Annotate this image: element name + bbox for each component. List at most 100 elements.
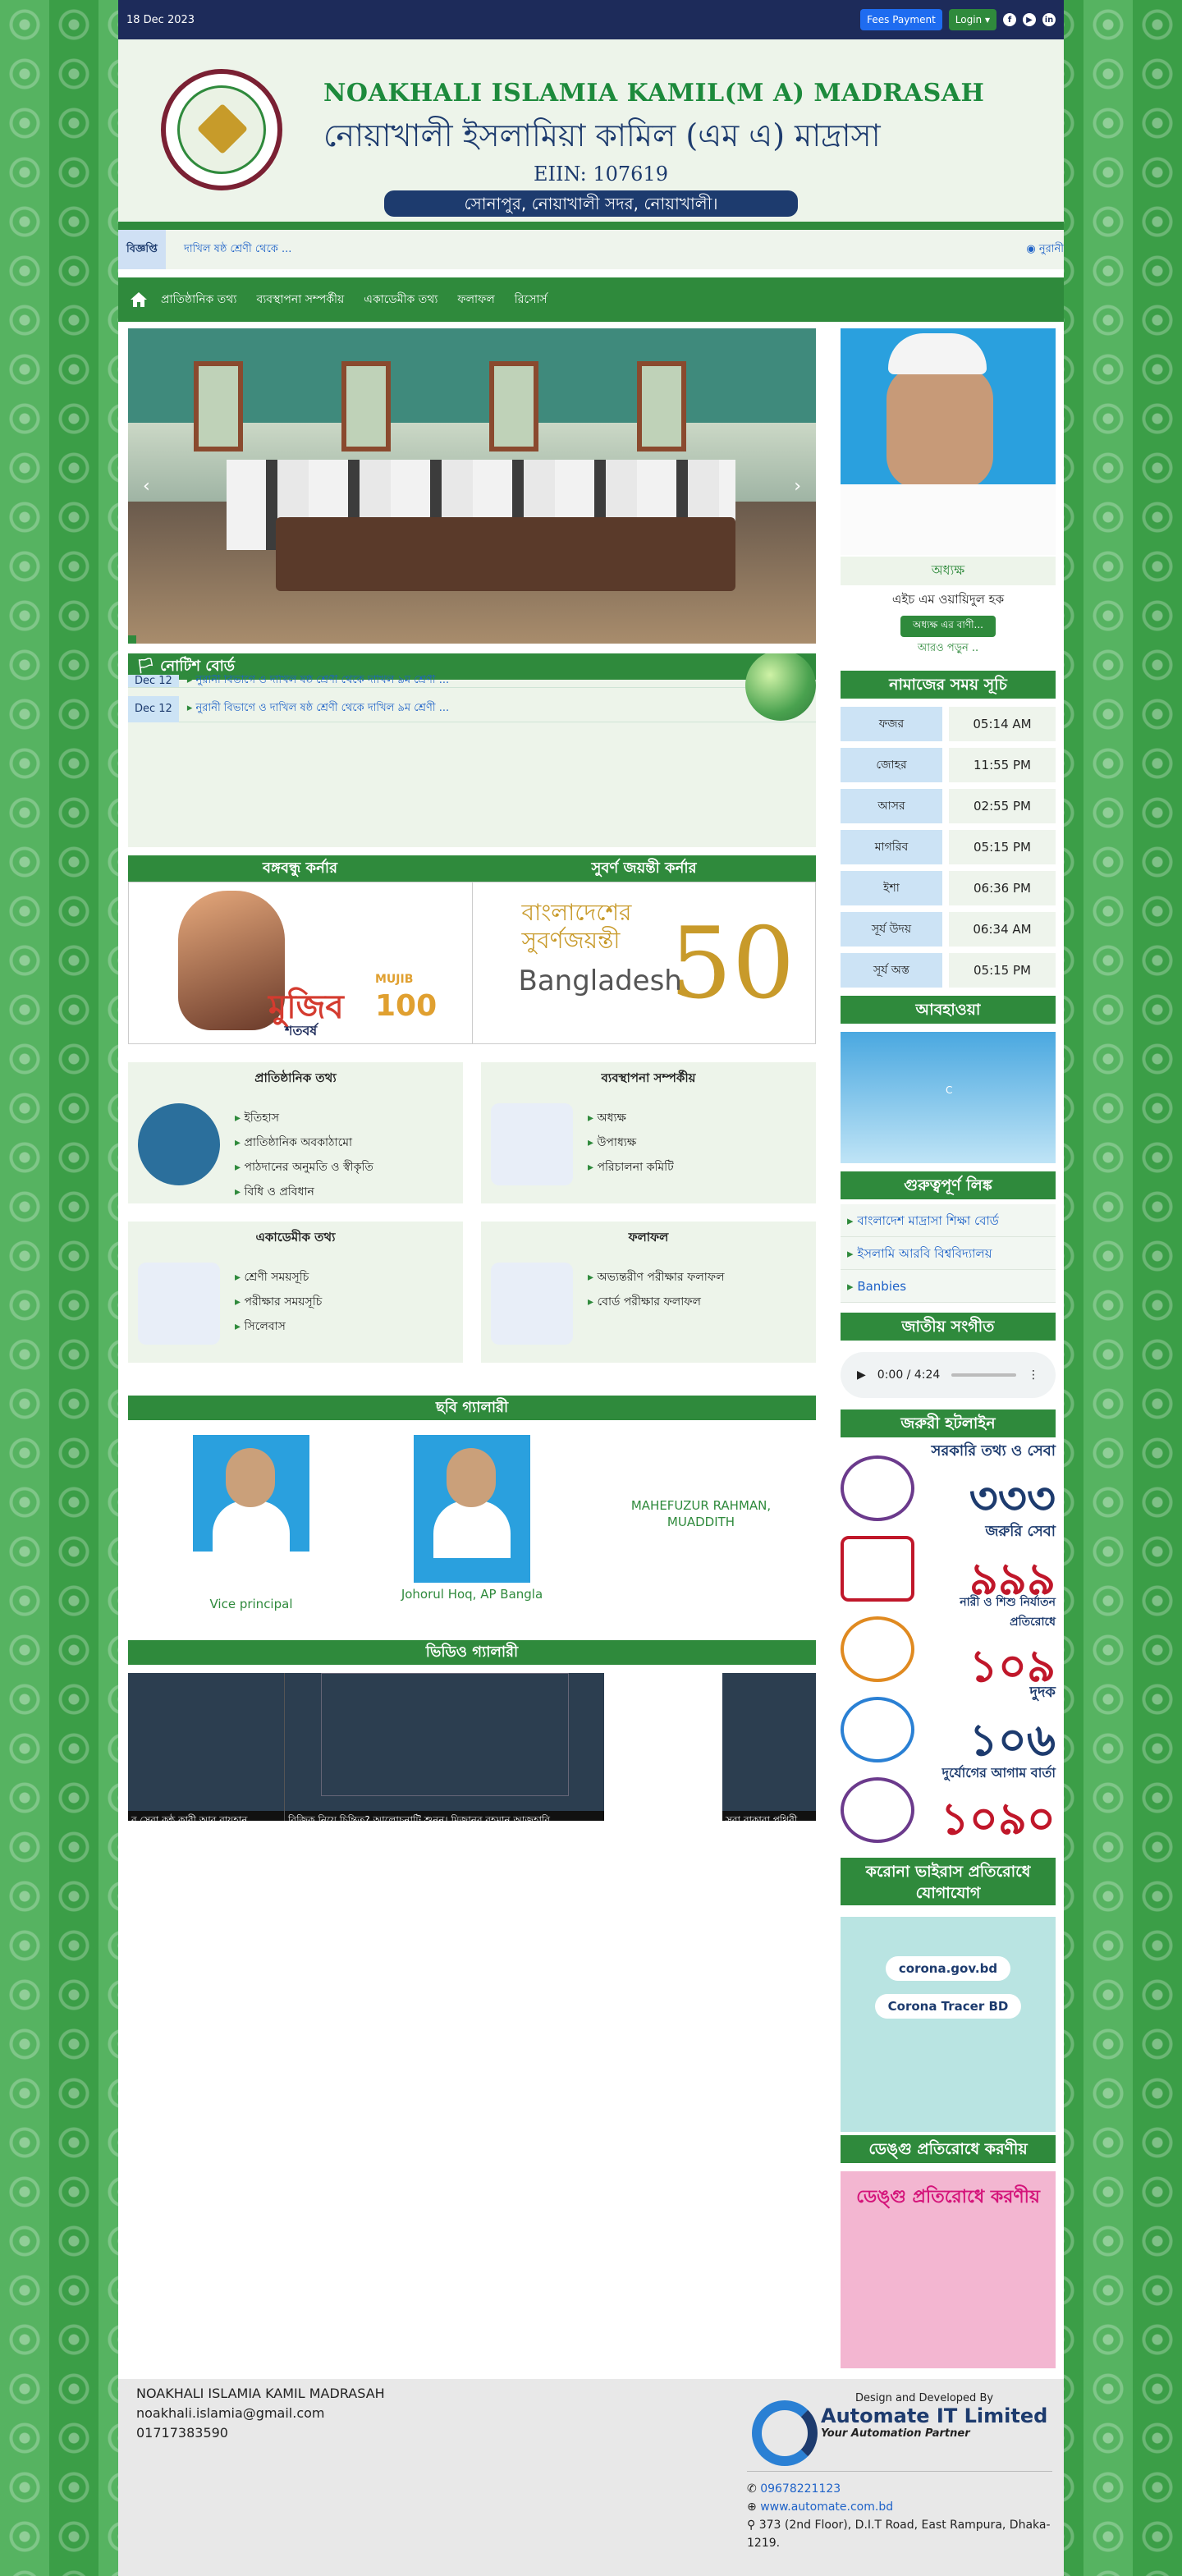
- notice-text[interactable]: নুরানী বিভাগে ও দাখিল ষষ্ঠ শ্রেণী থেকে দ…: [179, 700, 450, 717]
- top-bar: 18 Dec 2023 Fees Payment Login ▾ f ▶ in: [118, 0, 1064, 39]
- table-row: আসর 02:55 PM: [841, 789, 1056, 823]
- nav-item-academic[interactable]: একাডেমীক তথ্য: [355, 290, 446, 309]
- table-row: জোহর 11:55 PM: [841, 748, 1056, 782]
- corona-tracer-app[interactable]: Corona Tracer BD: [874, 1994, 1022, 2019]
- developer-name[interactable]: Automate IT Limited: [821, 2404, 1052, 2427]
- home-icon[interactable]: [128, 289, 149, 310]
- list-item[interactable]: Dec 12নুরানী বিভাগে ও দাখিল ষষ্ঠ শ্রেণী …: [128, 675, 816, 688]
- card-link[interactable]: ইতিহাস: [235, 1108, 373, 1128]
- gallery-item[interactable]: MAHEFUZUR RAHMAN, MUADDITH: [619, 1435, 771, 1612]
- read-more-link[interactable]: আরও পড়ুন ..: [841, 640, 1056, 658]
- list-item[interactable]: Dec 12নুরানী বিভাগে ও দাখিল ষষ্ঠ শ্রেণী …: [128, 695, 816, 722]
- video-item[interactable]: র সেরা কন্ঠ কারী আবু রায়হান: [128, 1673, 284, 1821]
- prayer-name: মাগরিব: [841, 830, 942, 864]
- hotline-number: ৩৩৩: [969, 1471, 1056, 1524]
- video-item[interactable]: বিজিক নিয়ে চিন্তিত? আলোচনাটি শুনুন। মিজ…: [284, 1673, 604, 1821]
- image-slider[interactable]: ‹ ›: [128, 328, 816, 644]
- ticker-item[interactable]: দাখিল ষষ্ঠ শ্রেণী থেকে ...: [184, 241, 291, 259]
- important-link[interactable]: বাংলাদেশ মাদ্রাসা শিক্ষা বোর্ড: [841, 1204, 1056, 1237]
- slider-prev-icon[interactable]: ‹: [143, 476, 150, 497]
- card-link[interactable]: প্রাতিষ্ঠানিক অবকাঠামো: [235, 1133, 373, 1153]
- more-options-icon[interactable]: ⋮: [1028, 1368, 1039, 1382]
- developer-phone[interactable]: 09678221123: [760, 2482, 841, 2496]
- book-icon: [138, 1263, 220, 1345]
- gallery-item[interactable]: Johorul Hoq, AP Bangla: [398, 1435, 546, 1612]
- card-link[interactable]: অধ্যক্ষ: [588, 1108, 674, 1128]
- audio-seek-bar[interactable]: [951, 1373, 1016, 1377]
- manager-gear-icon: [491, 1103, 573, 1185]
- facebook-icon[interactable]: f: [1003, 13, 1016, 26]
- card-link[interactable]: বোর্ড পরীক্ষার ফলাফল: [588, 1292, 725, 1312]
- important-link[interactable]: ইসলামি আরবি বিশ্ববিদ্যালয়: [841, 1237, 1056, 1270]
- video-gallery-title: ভিডিও গ্যালারী: [128, 1640, 816, 1665]
- slider-indicator[interactable]: [128, 635, 136, 644]
- hotline-row[interactable]: নারী ও শিশু নির্যাতন প্রতিরোধে ১০৯: [841, 1596, 1056, 1692]
- golden-jubilee-banner[interactable]: বাংলাদেশের সুবর্ণজয়ন্তী 50 Bangladesh: [473, 882, 816, 1043]
- gallery-photo[interactable]: [193, 1435, 309, 1552]
- login-label: Login: [955, 14, 983, 25]
- weather-widget[interactable]: C: [841, 1032, 1056, 1163]
- corner-headers: বঙ্গবন্ধু কর্নার সুবর্ণ জয়ন্তী কর্নার: [128, 855, 816, 882]
- corner-banners: মুজিব MUJIB শতবর্ষ 100 বাংলাদেশের সুবর্ণ…: [128, 882, 816, 1044]
- corona-banner[interactable]: corona.gov.bd Corona Tracer BD: [841, 1917, 1056, 2132]
- nav-item-resources[interactable]: রিসোর্স: [506, 290, 556, 309]
- important-link[interactable]: Banbies: [841, 1270, 1056, 1303]
- card-link[interactable]: শ্রেণী সময়সূচি: [235, 1267, 322, 1287]
- card-link[interactable]: পরীক্ষার সময়সূচি: [235, 1292, 322, 1312]
- card-link[interactable]: বিধি ও প্রবিধান: [235, 1182, 373, 1202]
- prayer-time: 11:55 PM: [949, 748, 1056, 782]
- notice-text[interactable]: নুরানী বিভাগে ও দাখিল ষষ্ঠ শ্রেণী থেকে দ…: [179, 675, 450, 687]
- prayer-time: 05:14 AM: [949, 707, 1056, 741]
- madrasah-logo[interactable]: [161, 69, 282, 190]
- slider-next-icon[interactable]: ›: [794, 476, 801, 497]
- notice-board: 🏳 নোটিশ বোর্ড Dec 12নুরানী বিভাগে ও দাখি…: [128, 653, 816, 847]
- principal-message-button[interactable]: অধ্যক্ষ এর বাণী...: [900, 616, 996, 637]
- globe-icon: ⊕: [747, 2500, 757, 2514]
- anthem-audio-player: ▶ 0:00 / 4:24 ⋮: [841, 1352, 1056, 1398]
- gallery-photo[interactable]: [414, 1435, 530, 1583]
- login-button[interactable]: Login ▾: [948, 9, 996, 30]
- prayer-name: ইশা: [841, 871, 942, 905]
- info-service-icon: [841, 1455, 914, 1521]
- footer-email[interactable]: noakhali.islamia@gmail.com: [136, 2404, 385, 2423]
- eiin-number: EIIN: 107619: [534, 163, 668, 186]
- mujib-banner[interactable]: মুজিব MUJIB শতবর্ষ 100: [129, 882, 473, 1043]
- golden-jubilee-corner-title: সুবর্ণ জয়ন্তী কর্নার: [472, 855, 816, 882]
- nav-item-institutional-info[interactable]: প্রাতিষ্ঠানিক তথ্য: [153, 290, 245, 309]
- mujib-en: MUJIB: [375, 973, 414, 986]
- gallery-item[interactable]: Vice principal: [177, 1435, 325, 1612]
- principal-photo: [841, 328, 1056, 555]
- footer-phone[interactable]: 01717383590: [136, 2423, 385, 2443]
- nav-item-results[interactable]: ফলাফল: [449, 290, 502, 309]
- youtube-icon[interactable]: ▶: [1023, 13, 1036, 26]
- card-link[interactable]: উপাধ্যক্ষ: [588, 1133, 674, 1153]
- nav-item-management[interactable]: ব্যবস্থাপনা সম্পর্কীয়: [248, 290, 352, 309]
- linkedin-icon[interactable]: in: [1042, 13, 1056, 26]
- mujib-100: 100: [375, 989, 438, 1023]
- card-link[interactable]: সিলেবাস: [235, 1317, 322, 1336]
- corona-website[interactable]: corona.gov.bd: [885, 1956, 1011, 1981]
- ticker-item[interactable]: ◉ নুরানী: [1026, 241, 1064, 259]
- gallery-caption: Johorul Hoq, AP Bangla: [401, 1587, 543, 1602]
- card-link[interactable]: পরিচালনা কমিটি: [588, 1157, 673, 1177]
- automate-it-logo[interactable]: [752, 2400, 818, 2466]
- main-content: ‹ › 🏳 নোটিশ বোর্ড Dec 12নুরানী বিভাগে ও …: [128, 328, 816, 1821]
- hotline-row[interactable]: সরকারি তথ্য ও সেবা ৩৩৩: [841, 1442, 1056, 1528]
- academic-card: একাডেমীক তথ্য শ্রেণী সময়সূচি পরীক্ষার স…: [128, 1222, 463, 1363]
- dengue-banner-text: ডেঙ্গু প্রতিরোধে করণীয়: [856, 2187, 1040, 2207]
- play-icon[interactable]: ▶: [857, 1368, 866, 1382]
- disaster-warning-icon: [841, 1777, 914, 1843]
- card-title: ব্যবস্থাপনা সম্পর্কীয়: [601, 1070, 696, 1085]
- phone-icon: [841, 1697, 914, 1762]
- fees-payment-button[interactable]: Fees Payment: [860, 9, 942, 30]
- card-link[interactable]: পাঠদানের অনুমতি ও স্বীকৃতি: [235, 1157, 373, 1177]
- developer-website[interactable]: www.automate.com.bd: [760, 2500, 893, 2514]
- card-link[interactable]: অভ্যন্তরীণ পরীক্ষার ফলাফল: [588, 1267, 724, 1287]
- prayer-name: সূর্য অস্ত: [841, 953, 942, 988]
- hotline-row[interactable]: দুর্যোগের আগাম বার্তা ১০৯০: [841, 1765, 1056, 1849]
- mujib-subtitle: শতবর্ষ: [285, 1023, 318, 1038]
- dengue-banner[interactable]: ডেঙ্গু প্রতিরোধে করণীয়: [841, 2171, 1056, 2368]
- video-item[interactable]: সূরা বাকারা পৃথিবী: [722, 1673, 816, 1821]
- card-title: ফলাফল: [628, 1230, 669, 1244]
- gallery-caption: MAHEFUZUR RAHMAN, MUADDITH: [630, 1498, 772, 1529]
